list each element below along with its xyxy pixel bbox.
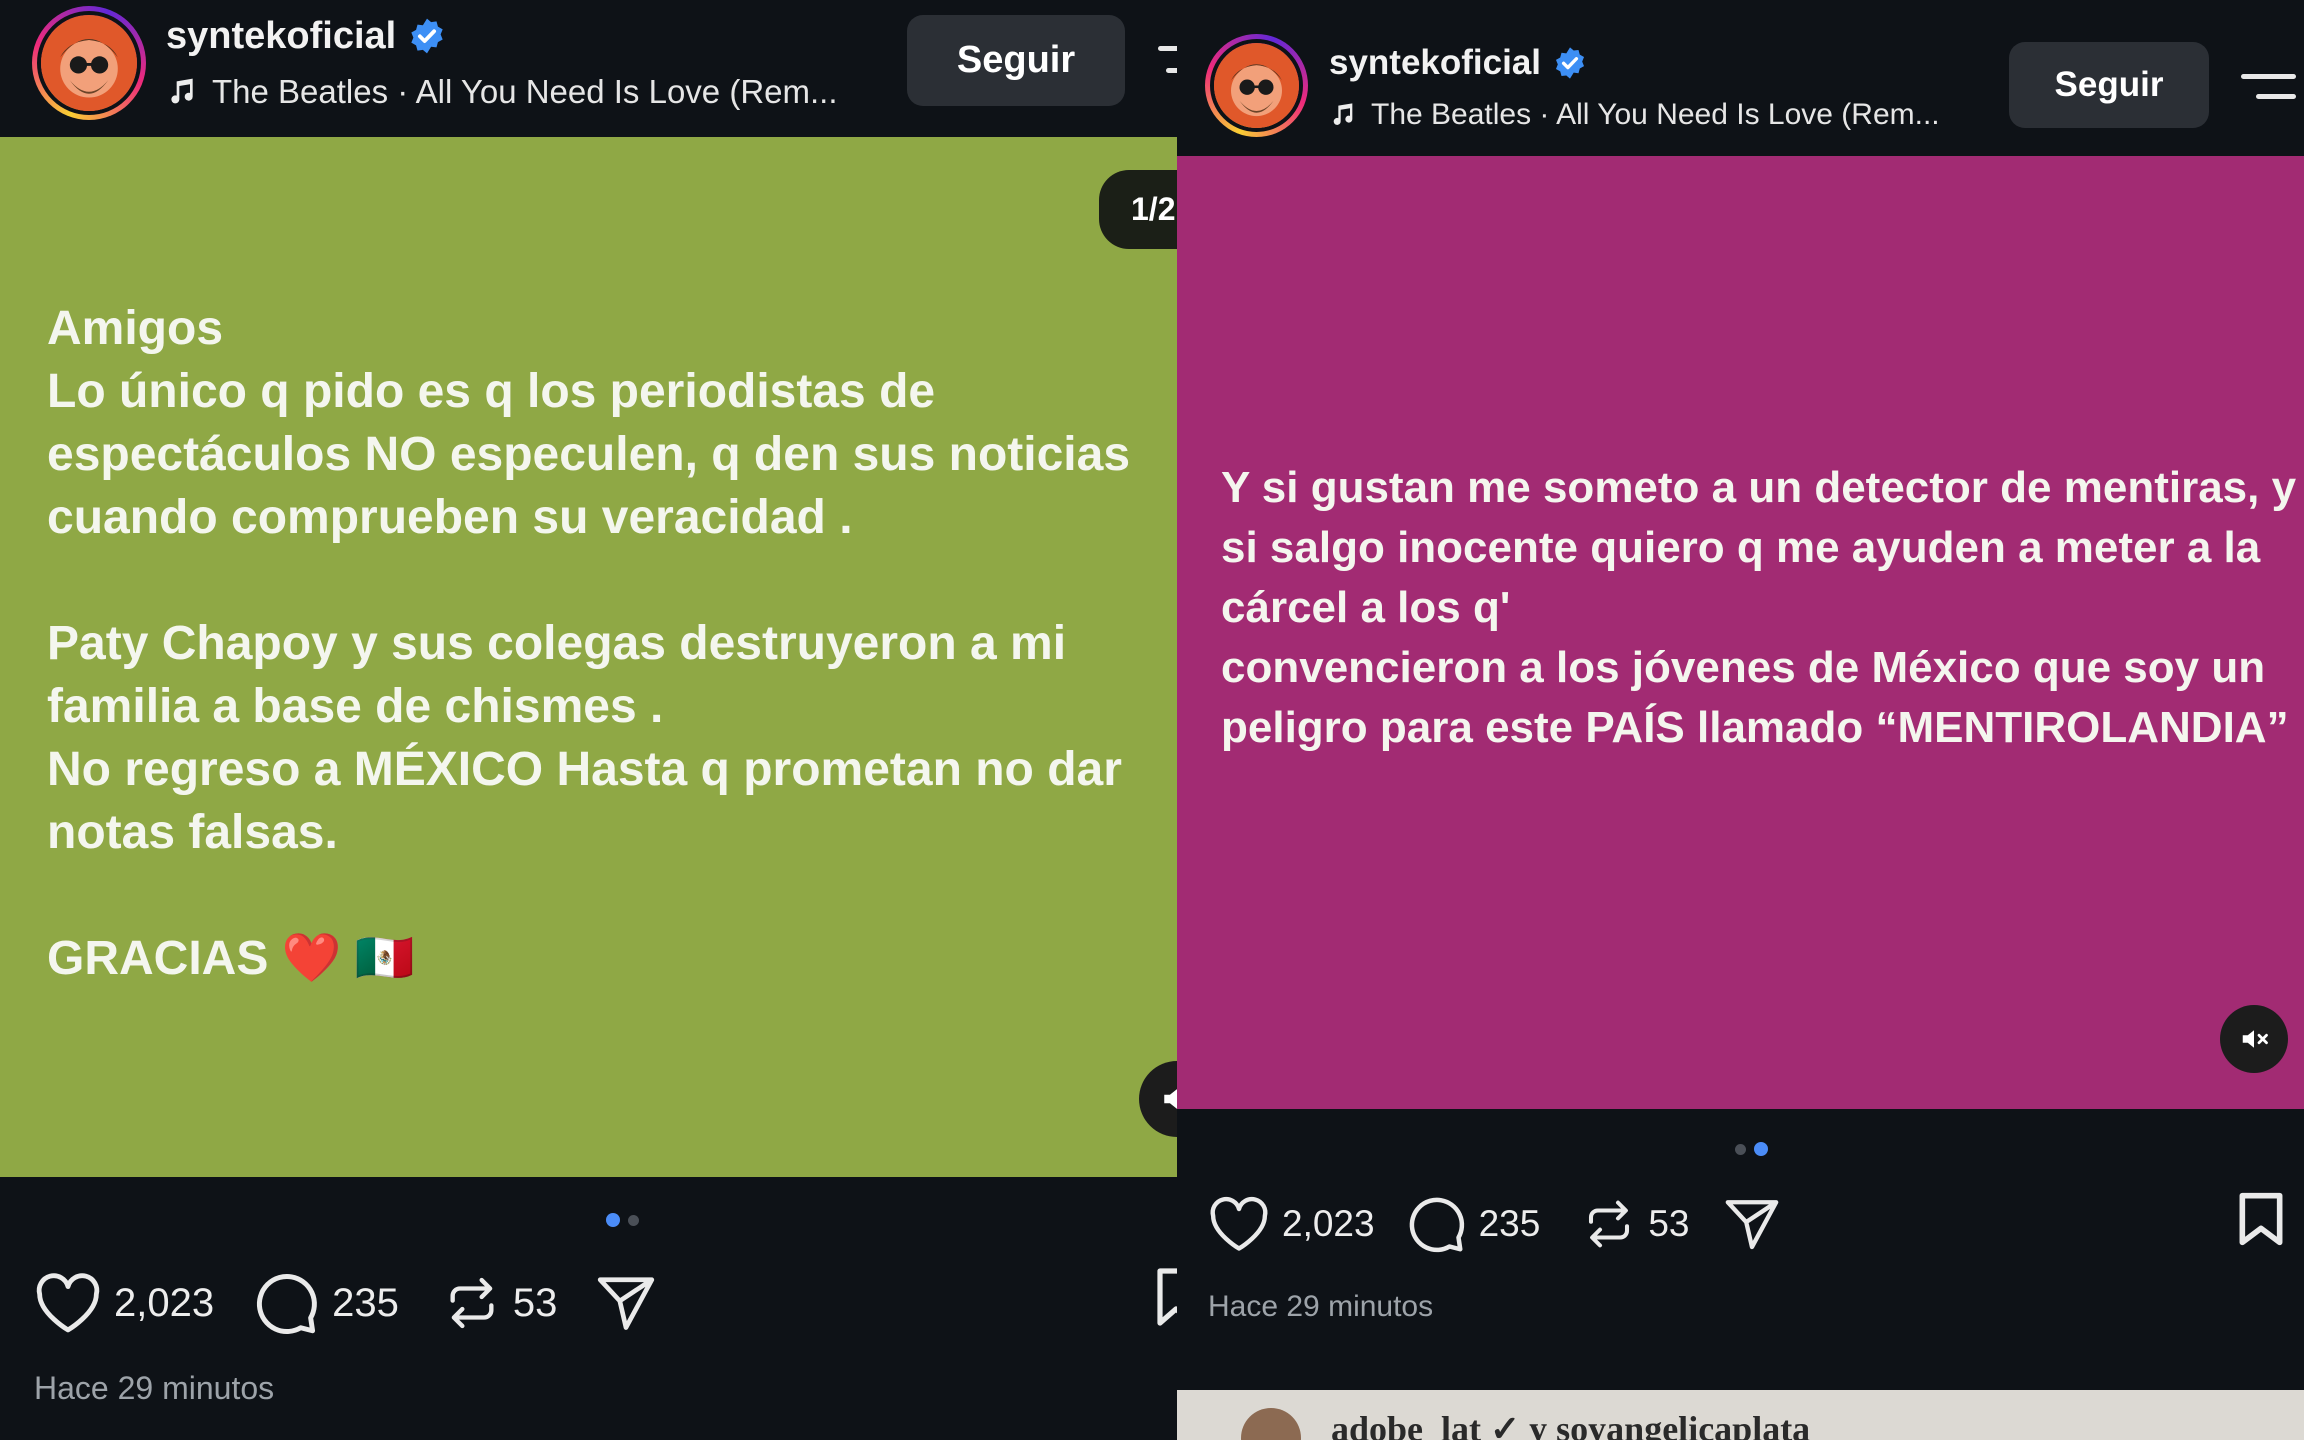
heart-icon — [1208, 1195, 1270, 1253]
share-button[interactable] — [1721, 1195, 1783, 1253]
username[interactable]: syntekoficial — [166, 15, 396, 58]
send-icon — [1721, 1195, 1783, 1253]
like-count: 2,023 — [1282, 1203, 1375, 1244]
post-header: syntekoficial The Beatles · All You Need… — [1177, 0, 2304, 156]
repost-count: 53 — [1648, 1203, 1690, 1244]
repost-button[interactable]: 53 — [1582, 1195, 1689, 1253]
music-title: The Beatles · All You Need Is Love (Rem.… — [212, 73, 838, 110]
carousel-dot — [628, 1214, 639, 1226]
post-header: syntekoficial The Beatles · All You Need… — [0, 0, 1177, 137]
avatar-image — [1214, 43, 1299, 128]
music-label[interactable]: The Beatles · All You Need Is Love (Rem.… — [166, 70, 838, 114]
bookmark-icon[interactable] — [2236, 1191, 2286, 1252]
repost-count: 53 — [512, 1280, 558, 1325]
avatar-image — [41, 15, 137, 111]
music-note-icon — [166, 76, 198, 108]
like-button[interactable]: 2,023 — [1208, 1195, 1375, 1253]
comment-icon — [1407, 1194, 1467, 1254]
post-panel-left: syntekoficial The Beatles · All You Need… — [0, 0, 1177, 1440]
music-title: The Beatles · All You Need Is Love (Rem.… — [1371, 98, 1940, 131]
action-bar: 2,023 235 53 — [1208, 1192, 1783, 1256]
send-icon — [593, 1272, 659, 1334]
avatar — [1241, 1408, 1301, 1440]
menu-icon[interactable] — [1158, 40, 1177, 80]
avatar[interactable] — [32, 6, 146, 120]
username[interactable]: syntekoficial — [1329, 43, 1541, 83]
slide-text: Amigos Lo único q pido es q los periodis… — [47, 302, 1131, 985]
carousel-dot — [1735, 1143, 1746, 1155]
carousel-dot-active — [1754, 1142, 1768, 1156]
carousel-dots — [1735, 1142, 1768, 1156]
like-count: 2,023 — [114, 1280, 215, 1325]
comment-icon — [254, 1270, 320, 1336]
slide-text: Y si gustan me someto a un detector de m… — [1221, 463, 2297, 752]
share-button[interactable] — [593, 1272, 659, 1334]
next-post-header: adobe_lat ✓ y soyangelicaplata — [1331, 1409, 1811, 1440]
post-slide-1[interactable]: 1/2 Amigos Lo único q pido es q los peri… — [0, 137, 1177, 1177]
verified-badge-icon — [1553, 46, 1587, 80]
speaker-muted-icon[interactable] — [1139, 1061, 1177, 1137]
action-bar: 2,023 235 53 — [34, 1268, 659, 1338]
avatar[interactable] — [1205, 34, 1308, 137]
repost-icon — [1582, 1195, 1636, 1253]
menu-icon[interactable] — [2241, 70, 2296, 104]
repost-button[interactable]: 53 — [443, 1272, 558, 1334]
music-note-icon — [1329, 101, 1357, 129]
slide-counter: 1/2 — [1099, 170, 1177, 249]
music-label[interactable]: The Beatles · All You Need Is Love (Rem.… — [1329, 96, 1940, 134]
follow-button[interactable]: Seguir — [2009, 42, 2209, 128]
next-post-preview[interactable]: adobe_lat ✓ y soyangelicaplata — [1177, 1390, 2304, 1440]
speaker-muted-icon[interactable] — [2220, 1005, 2288, 1073]
bookmark-icon[interactable] — [1156, 1266, 1177, 1333]
comment-count: 235 — [332, 1280, 399, 1325]
comment-button[interactable]: 235 — [1407, 1194, 1541, 1254]
comment-count: 235 — [1478, 1203, 1541, 1244]
repost-icon — [443, 1272, 501, 1334]
verified-badge-icon — [408, 17, 446, 55]
timestamp: Hace 29 minutos — [34, 1370, 275, 1406]
post-panel-right: syntekoficial The Beatles · All You Need… — [1177, 0, 2304, 1440]
heart-icon — [34, 1271, 102, 1335]
follow-button[interactable]: Seguir — [907, 15, 1125, 106]
carousel-dots — [606, 1213, 639, 1227]
timestamp: Hace 29 minutos — [1208, 1290, 1434, 1323]
post-slide-2[interactable]: Y si gustan me someto a un detector de m… — [1177, 156, 2304, 1109]
like-button[interactable]: 2,023 — [34, 1271, 214, 1335]
carousel-dot-active — [606, 1213, 620, 1227]
comment-button[interactable]: 235 — [254, 1270, 399, 1336]
